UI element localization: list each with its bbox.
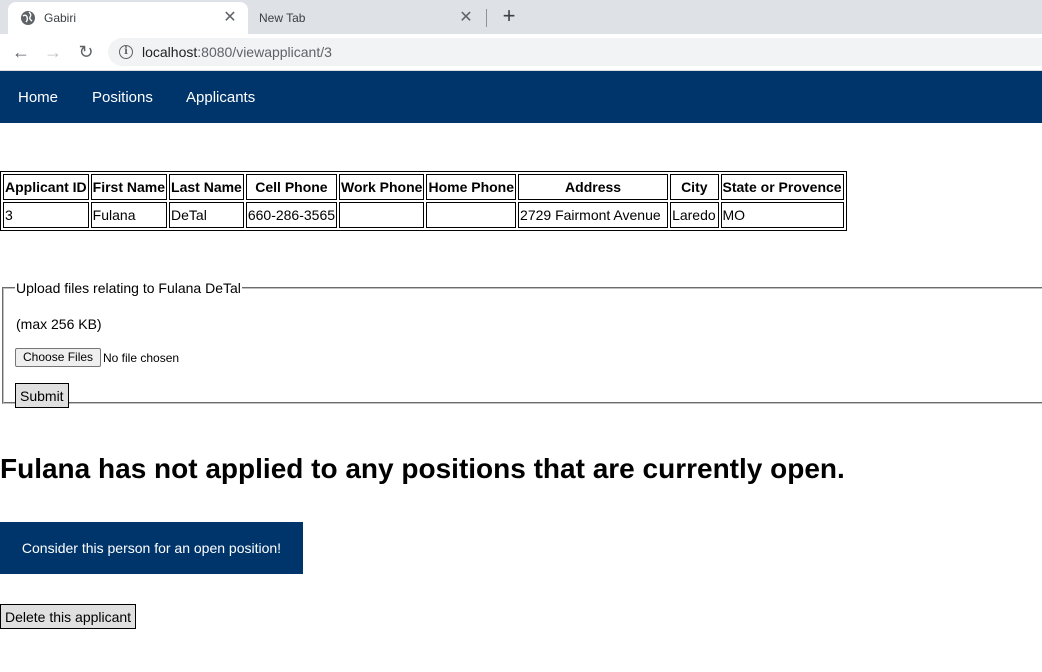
browser-toolbar: ← → ↻ i localhost:8080/viewapplicant/3 <box>0 34 1042 71</box>
header-last-name: Last Name <box>169 174 244 200</box>
back-arrow-icon[interactable]: ← <box>9 40 33 64</box>
header-first-name: First Name <box>90 174 168 200</box>
header-address: Address <box>518 174 669 200</box>
file-status-text: No file chosen <box>103 351 180 365</box>
header-city: City <box>670 174 719 200</box>
new-tab-button[interactable]: + <box>497 5 521 29</box>
close-icon[interactable]: ✕ <box>456 8 476 28</box>
nav-link-applicants[interactable]: Applicants <box>186 89 255 106</box>
upload-legend: Upload files relating to Fulana DeTal <box>16 280 241 296</box>
nav-link-positions[interactable]: Positions <box>92 89 153 106</box>
submit-button[interactable]: Submit <box>15 383 69 408</box>
close-icon[interactable]: ✕ <box>220 8 240 28</box>
url-path: :8080/viewapplicant/3 <box>197 44 332 60</box>
tab-strip: Gabiri ✕ New Tab ✕ + <box>0 0 1042 34</box>
globe-icon <box>21 11 35 25</box>
header-state: State or Provence <box>720 174 844 200</box>
header-home-phone: Home Phone <box>426 174 517 200</box>
forward-arrow-icon[interactable]: → <box>41 40 65 64</box>
tab-title: Gabiri <box>44 11 77 25</box>
cell-home-phone <box>426 202 517 228</box>
cell-applicant-id: 3 <box>3 202 89 228</box>
header-cell-phone: Cell Phone <box>245 174 338 200</box>
cell-city: Laredo <box>670 202 719 228</box>
reload-icon[interactable]: ↻ <box>74 40 98 64</box>
url-text[interactable]: localhost:8080/viewapplicant/3 <box>142 44 332 60</box>
no-positions-heading: Fulana has not applied to any positions … <box>0 453 845 484</box>
tab-divider <box>486 9 487 27</box>
header-work-phone: Work Phone <box>339 174 425 200</box>
cell-state: MO <box>720 202 844 228</box>
choose-files-button[interactable]: Choose Files <box>15 348 102 367</box>
site-navbar: Home Positions Applicants <box>0 71 1042 123</box>
max-size-note: (max 256 KB) <box>16 316 102 332</box>
nav-link-home[interactable]: Home <box>18 89 58 106</box>
cell-cell-phone: 660-286-3565 <box>245 202 338 228</box>
applicant-table: Applicant ID First Name Last Name Cell P… <box>0 171 847 231</box>
info-icon[interactable]: i <box>119 45 133 59</box>
cell-first-name: Fulana <box>90 202 168 228</box>
upload-fieldset: Upload files relating to Fulana DeTal (m… <box>2 280 1042 408</box>
tab-title: New Tab <box>259 11 306 25</box>
cell-work-phone <box>339 202 425 228</box>
tab-gabiri[interactable]: Gabiri ✕ <box>8 2 248 34</box>
table-row: 3 Fulana DeTal 660-286-3565 2729 Fairmon… <box>3 202 844 228</box>
table-header-row: Applicant ID First Name Last Name Cell P… <box>3 174 844 200</box>
cell-address: 2729 Fairmont Avenue <box>518 202 669 228</box>
delete-applicant-button[interactable]: Delete this applicant <box>0 604 137 629</box>
tab-new-tab[interactable]: New Tab ✕ <box>248 2 484 34</box>
header-applicant-id: Applicant ID <box>3 174 89 200</box>
consider-for-position-button[interactable]: Consider this person for an open positio… <box>0 522 303 574</box>
address-bar[interactable]: i localhost:8080/viewapplicant/3 <box>108 38 1042 66</box>
cell-last-name: DeTal <box>169 202 244 228</box>
url-host: localhost <box>142 44 198 60</box>
